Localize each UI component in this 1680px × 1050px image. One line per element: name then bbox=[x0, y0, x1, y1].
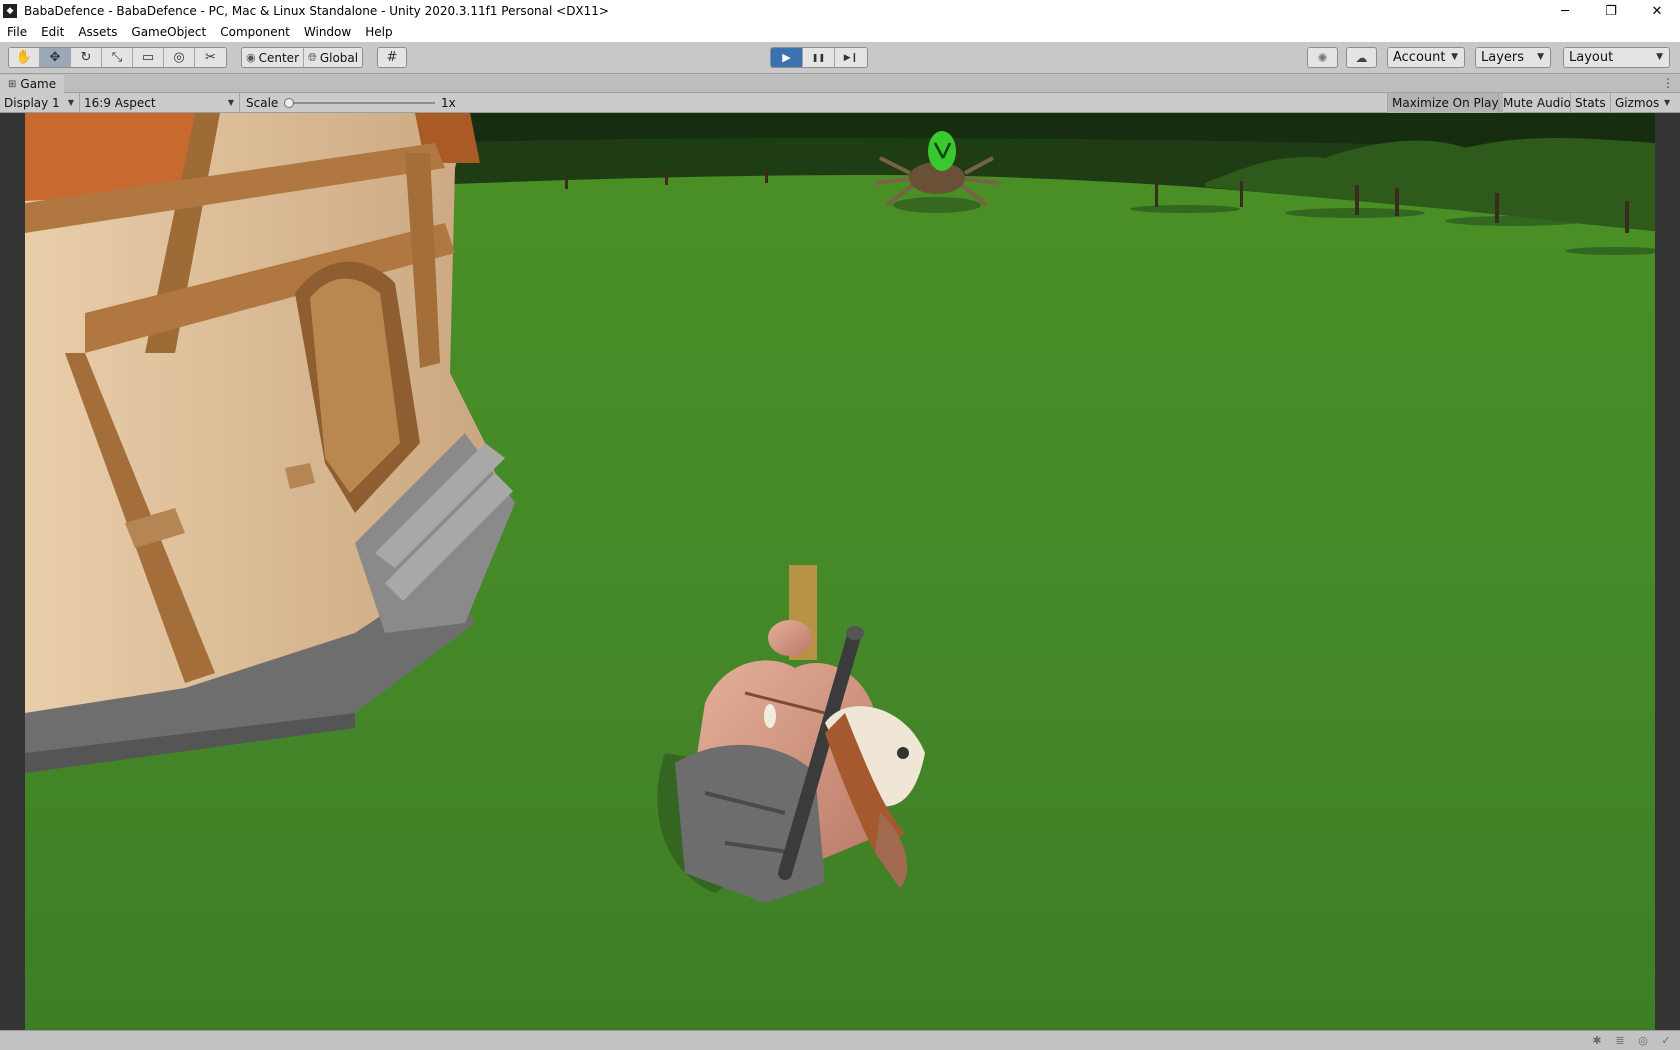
menu-gameobject[interactable]: GameObject bbox=[124, 25, 213, 39]
rect-tool-button[interactable]: ▭ bbox=[133, 48, 164, 67]
menu-file[interactable]: File bbox=[0, 25, 34, 39]
gamepad-icon: ⊞ bbox=[8, 78, 17, 90]
display-dropdown[interactable]: Display 1 ▼ bbox=[0, 93, 80, 113]
scale-slider-handle[interactable] bbox=[284, 98, 294, 108]
status-icons: ✱ ≣ ◎ ✓ bbox=[1589, 1034, 1674, 1048]
scale-value: 1x bbox=[441, 96, 456, 110]
pivot-group: ◉ Center 🌐︎ Global bbox=[241, 47, 364, 68]
layers-dropdown[interactable]: Layers ▼ bbox=[1475, 47, 1551, 68]
window-controls: ─ ❐ ✕ bbox=[1542, 0, 1680, 22]
progress-icon[interactable]: ◎ bbox=[1635, 1034, 1651, 1048]
grid-snap-group: # bbox=[377, 47, 407, 68]
scale-label: Scale bbox=[246, 96, 279, 110]
aspect-label: 16:9 Aspect bbox=[84, 96, 156, 110]
step-icon: ▶❙ bbox=[843, 52, 859, 63]
collab-icon: ✺ bbox=[1317, 50, 1328, 65]
menu-window[interactable]: Window bbox=[297, 25, 358, 39]
tab-game[interactable]: ⊞ Game bbox=[0, 75, 65, 93]
pivot-mode-button[interactable]: ◉ Center bbox=[242, 48, 304, 67]
game-viewport[interactable] bbox=[0, 113, 1680, 1030]
gizmos-toggle[interactable]: Gizmos bbox=[1610, 93, 1663, 113]
cloud-icon: ☁ bbox=[1355, 50, 1368, 65]
transform-tool-button[interactable]: ◎ bbox=[164, 48, 195, 67]
bug-icon[interactable]: ✱ bbox=[1589, 1034, 1605, 1048]
pivot-rotation-label: Global bbox=[319, 50, 359, 65]
chevron-down-icon: ▼ bbox=[67, 98, 74, 107]
grid-snap-icon: # bbox=[386, 50, 398, 65]
pivot-center-icon: ◉ bbox=[246, 51, 256, 64]
restore-icon: ❐ bbox=[1605, 3, 1617, 19]
move-tool-button[interactable]: ✥ bbox=[40, 48, 71, 67]
rect-icon: ▭ bbox=[141, 50, 155, 65]
chevron-down-icon: ▼ bbox=[227, 98, 234, 107]
layers-stack-icon[interactable]: ≣ bbox=[1612, 1034, 1628, 1048]
title-bar: ◆ BabaDefence - BabaDefence - PC, Mac & … bbox=[0, 0, 1680, 22]
tab-options-icon[interactable]: ⋮ bbox=[1662, 76, 1674, 90]
account-label: Account bbox=[1393, 50, 1446, 65]
play-button[interactable]: ▶ bbox=[771, 48, 803, 67]
minimize-icon: ─ bbox=[1561, 3, 1569, 19]
hand-tool-button[interactable]: ✋ bbox=[9, 48, 40, 67]
play-controls: ▶ ❚❚ ▶❙ bbox=[770, 47, 868, 68]
layout-label: Layout bbox=[1569, 50, 1614, 65]
pivot-rotation-button[interactable]: 🌐︎ Global bbox=[304, 48, 363, 67]
globe-icon: 🌐︎ bbox=[308, 50, 317, 64]
step-button[interactable]: ▶❙ bbox=[835, 48, 867, 67]
check-icon[interactable]: ✓ bbox=[1658, 1034, 1674, 1048]
pause-icon: ❚❚ bbox=[811, 53, 826, 62]
cloud-button[interactable]: ☁ bbox=[1346, 47, 1377, 68]
menu-bar: File Edit Assets GameObject Component Wi… bbox=[0, 22, 1680, 42]
grid-snap-button[interactable]: # bbox=[378, 48, 406, 67]
play-icon: ▶ bbox=[782, 51, 791, 64]
scale-icon: ⤡ bbox=[111, 50, 123, 65]
layout-dropdown[interactable]: Layout ▼ bbox=[1563, 47, 1670, 68]
collab-button[interactable]: ✺ bbox=[1307, 47, 1338, 68]
gizmos-chevron-down-icon[interactable]: ▼ bbox=[1664, 98, 1670, 107]
maximize-on-play-toggle[interactable]: Maximize On Play bbox=[1387, 93, 1503, 113]
pause-button[interactable]: ❚❚ bbox=[803, 48, 835, 67]
restore-button[interactable]: ❐ bbox=[1588, 0, 1634, 22]
tab-bar: ⊞ Game ⋮ bbox=[0, 75, 1680, 93]
game-view-toolbar: Display 1 ▼ 16:9 Aspect ▼ Scale 1x Maxim… bbox=[0, 93, 1680, 113]
close-icon: ✕ bbox=[1651, 3, 1663, 19]
minimize-button[interactable]: ─ bbox=[1542, 0, 1588, 22]
close-button[interactable]: ✕ bbox=[1634, 0, 1680, 22]
chevron-down-icon: ▼ bbox=[1537, 52, 1544, 62]
hand-icon: ✋ bbox=[15, 50, 33, 65]
tab-game-label: Game bbox=[20, 77, 57, 91]
main-toolbar: ✋ ✥ ↻ ⤡ ▭ ◎ ✂ ◉ Center 🌐︎ Global # ▶ ❚❚ … bbox=[0, 42, 1680, 74]
chevron-down-icon: ▼ bbox=[1451, 52, 1458, 62]
menu-help[interactable]: Help bbox=[358, 25, 399, 39]
stats-toggle[interactable]: Stats bbox=[1570, 93, 1610, 113]
custom-tool-icon: ✂ bbox=[205, 50, 216, 65]
transform-icon: ◎ bbox=[173, 50, 185, 65]
menu-edit[interactable]: Edit bbox=[34, 25, 71, 39]
account-dropdown[interactable]: Account ▼ bbox=[1387, 47, 1465, 68]
status-bar: ✱ ≣ ◎ ✓ bbox=[0, 1030, 1680, 1050]
pivot-mode-label: Center bbox=[258, 50, 299, 65]
layers-label: Layers bbox=[1481, 50, 1525, 65]
game-scene bbox=[25, 113, 1655, 1030]
unity-logo-icon: ◆ bbox=[3, 4, 17, 18]
scale-tool-button[interactable]: ⤡ bbox=[102, 48, 133, 67]
menu-assets[interactable]: Assets bbox=[71, 25, 124, 39]
aspect-dropdown[interactable]: 16:9 Aspect ▼ bbox=[80, 93, 240, 113]
menu-component[interactable]: Component bbox=[213, 25, 297, 39]
window-title: BabaDefence - BabaDefence - PC, Mac & Li… bbox=[24, 4, 609, 18]
scale-slider-track[interactable] bbox=[288, 102, 435, 104]
rotate-icon: ↻ bbox=[80, 50, 92, 65]
chevron-down-icon: ▼ bbox=[1656, 52, 1663, 62]
custom-tool-button[interactable]: ✂ bbox=[195, 48, 226, 67]
display-label: Display 1 bbox=[4, 96, 60, 110]
move-icon: ✥ bbox=[49, 50, 61, 65]
rotate-tool-button[interactable]: ↻ bbox=[71, 48, 102, 67]
mute-audio-toggle[interactable]: Mute Audio bbox=[1498, 93, 1575, 113]
transform-tools: ✋ ✥ ↻ ⤡ ▭ ◎ ✂ bbox=[8, 47, 227, 68]
